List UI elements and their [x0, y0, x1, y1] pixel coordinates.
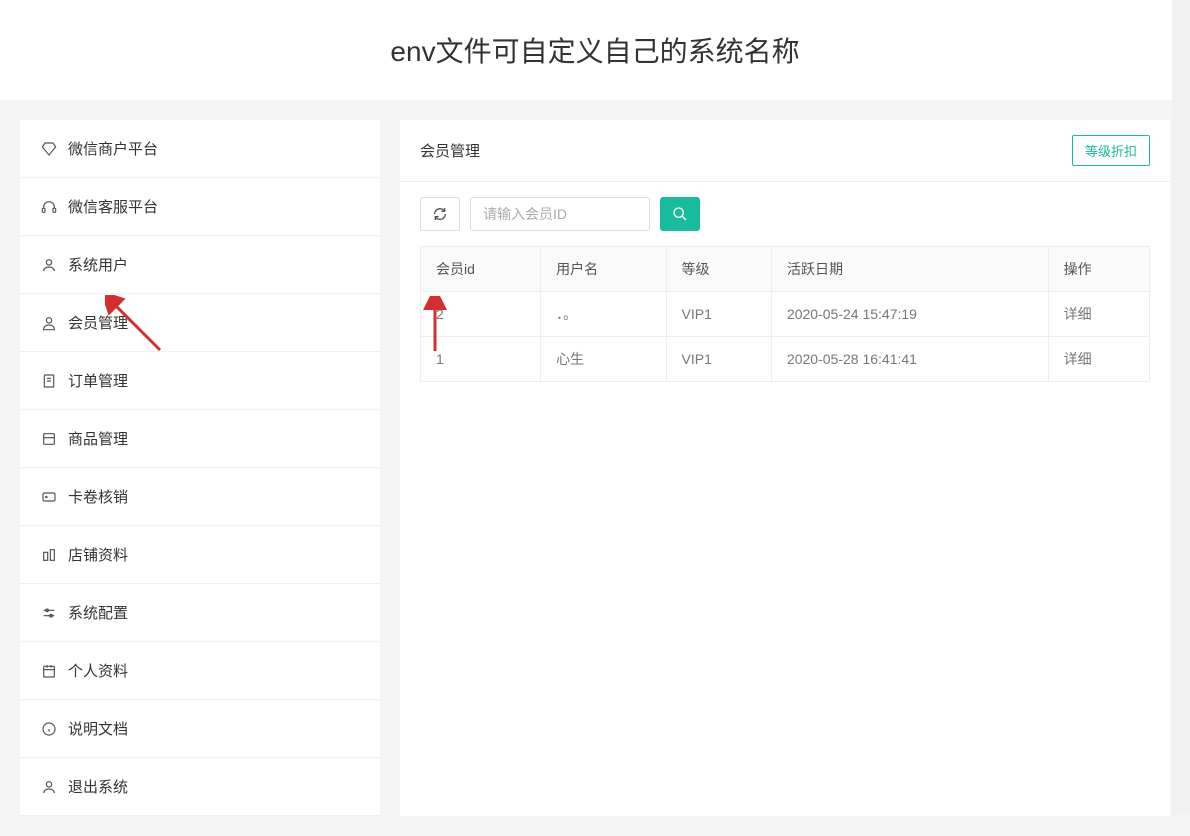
sidebar-item-label: 微信商户平台: [68, 138, 158, 159]
search-input[interactable]: [470, 197, 650, 231]
sidebar-item-label: 退出系统: [68, 776, 128, 797]
order-icon: [40, 372, 58, 390]
sidebar-item-profile[interactable]: 个人资料: [20, 642, 380, 700]
col-action: 操作: [1048, 247, 1149, 292]
main-content: 会员管理 等级折扣 会员id 用户名 等级 活跃日期 操作: [400, 120, 1170, 816]
search-icon: [672, 206, 688, 222]
col-username: 用户名: [541, 247, 666, 292]
info-icon: [40, 720, 58, 738]
card-icon: [40, 488, 58, 506]
cell-date: 2020-05-24 15:47:19: [771, 292, 1048, 337]
members-table: 会员id 用户名 等级 活跃日期 操作 2 ．。 VIP1 2020-05-24…: [420, 246, 1150, 382]
sidebar-item-config[interactable]: 系统配置: [20, 584, 380, 642]
refresh-icon: [432, 206, 448, 222]
content-title: 会员管理: [420, 140, 480, 161]
sidebar-item-logout[interactable]: 退出系统: [20, 758, 380, 816]
sidebar-item-wechat-merchant[interactable]: 微信商户平台: [20, 120, 380, 178]
cell-date: 2020-05-28 16:41:41: [771, 337, 1048, 382]
sidebar-item-label: 商品管理: [68, 428, 128, 449]
page-title: env文件可自定义自己的系统名称: [0, 0, 1190, 100]
col-active-date: 活跃日期: [771, 247, 1048, 292]
detail-link[interactable]: 详细: [1064, 306, 1092, 322]
sidebar-item-docs[interactable]: 说明文档: [20, 700, 380, 758]
sidebar-item-wechat-support[interactable]: 微信客服平台: [20, 178, 380, 236]
member-icon: [40, 314, 58, 332]
cell-level: VIP1: [666, 292, 771, 337]
sidebar-item-label: 系统用户: [68, 254, 128, 275]
logout-icon: [40, 778, 58, 796]
sidebar-item-shop[interactable]: 店铺资料: [20, 526, 380, 584]
search-button[interactable]: [660, 197, 700, 231]
sidebar-item-label: 说明文档: [68, 718, 128, 739]
sidebar-item-system-users[interactable]: 系统用户: [20, 236, 380, 294]
detail-link[interactable]: 详细: [1064, 351, 1092, 367]
refresh-button[interactable]: [420, 197, 460, 231]
sidebar: 微信商户平台 微信客服平台 系统用户 会员管理 订单管理: [20, 120, 380, 816]
profile-icon: [40, 662, 58, 680]
diamond-icon: [40, 140, 58, 158]
cell-username: 心生: [541, 337, 666, 382]
cell-level: VIP1: [666, 337, 771, 382]
scrollbar[interactable]: [1172, 0, 1190, 815]
sidebar-item-members[interactable]: 会员管理: [20, 294, 380, 352]
cell-id: 1: [421, 337, 541, 382]
col-level: 等级: [666, 247, 771, 292]
table-row: 1 心生 VIP1 2020-05-28 16:41:41 详细: [421, 337, 1150, 382]
settings-icon: [40, 604, 58, 622]
tier-discount-button[interactable]: 等级折扣: [1072, 135, 1150, 166]
sidebar-item-coupons[interactable]: 卡卷核销: [20, 468, 380, 526]
sidebar-item-label: 个人资料: [68, 660, 128, 681]
headset-icon: [40, 198, 58, 216]
product-icon: [40, 430, 58, 448]
user-icon: [40, 256, 58, 274]
shop-icon: [40, 546, 58, 564]
cell-username: ．。: [541, 292, 666, 337]
sidebar-item-label: 微信客服平台: [68, 196, 158, 217]
sidebar-item-label: 卡卷核销: [68, 486, 128, 507]
sidebar-item-label: 订单管理: [68, 370, 128, 391]
cell-id: 2: [421, 292, 541, 337]
sidebar-item-label: 系统配置: [68, 602, 128, 623]
sidebar-item-orders[interactable]: 订单管理: [20, 352, 380, 410]
sidebar-item-products[interactable]: 商品管理: [20, 410, 380, 468]
sidebar-item-label: 店铺资料: [68, 544, 128, 565]
sidebar-item-label: 会员管理: [68, 312, 128, 333]
table-row: 2 ．。 VIP1 2020-05-24 15:47:19 详细: [421, 292, 1150, 337]
col-member-id: 会员id: [421, 247, 541, 292]
